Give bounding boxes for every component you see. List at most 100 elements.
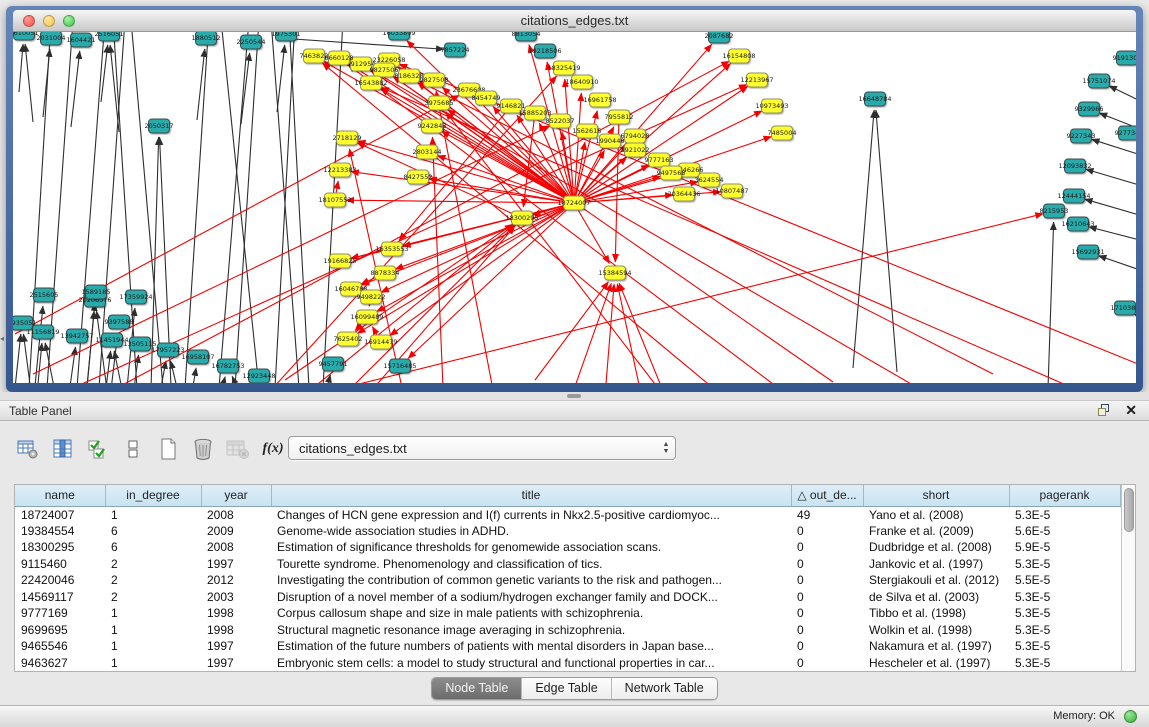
table-row[interactable]: 977716911998Corpus callosum shape and si… (15, 605, 1120, 622)
table-cell[interactable]: 1 (105, 506, 201, 523)
show-columns-icon[interactable] (51, 437, 75, 461)
table-cell[interactable]: 0 (791, 622, 863, 639)
table-cell[interactable]: 0 (791, 556, 863, 573)
citation-edge-red[interactable] (346, 200, 574, 203)
table-cell[interactable]: 9699695 (15, 622, 105, 639)
citation-edge-black[interactable] (853, 110, 874, 368)
table-cell[interactable]: Changes of HCN gene expression and I(f) … (271, 506, 791, 523)
minimize-window-button[interactable] (43, 15, 55, 27)
graph-node[interactable]: 9277343 (1115, 126, 1136, 140)
table-cell[interactable]: 22420046 (15, 572, 105, 589)
graph-node[interactable]: 17359924 (119, 290, 152, 304)
citation-edge-black[interactable] (185, 32, 209, 383)
close-window-button[interactable] (23, 15, 35, 27)
graph-node[interactable]: 16154808 (722, 49, 755, 63)
citation-edge-red[interactable] (351, 172, 574, 203)
graph-node[interactable]: 15751074 (1082, 74, 1115, 88)
table-cell[interactable]: 18724007 (15, 506, 105, 523)
graph-node[interactable]: 7625402 (334, 332, 363, 346)
citation-edge-red[interactable] (403, 203, 574, 246)
table-cell[interactable]: 6 (105, 523, 201, 540)
table-cell[interactable]: 5.9E-5 (1009, 539, 1120, 556)
graph-node[interactable]: 1562615 (573, 124, 602, 138)
graph-node[interactable]: 3975685 (425, 96, 454, 110)
table-cell[interactable]: 0 (791, 638, 863, 655)
citation-edge-black[interactable] (235, 32, 259, 383)
graph-node[interactable]: 18325419 (547, 61, 580, 75)
citation-edge-red[interactable] (619, 283, 661, 383)
graph-node[interactable]: 16033809 (382, 32, 415, 40)
table-cell[interactable]: 14569117 (15, 589, 105, 606)
graph-node[interactable]: 3624554 (695, 173, 724, 187)
table-cell[interactable]: 5.3E-5 (1009, 556, 1120, 573)
citation-edge-black[interactable] (219, 32, 249, 383)
table-cell[interactable]: 1997 (201, 655, 271, 672)
column-header-name[interactable]: name (15, 485, 105, 506)
citation-edge-black[interactable] (71, 51, 80, 127)
graph-node[interactable]: 7955812 (605, 110, 634, 124)
graph-node[interactable]: 2718129 (333, 131, 362, 145)
citation-edge-black[interactable] (1086, 169, 1136, 192)
delete-column-icon[interactable] (191, 437, 215, 461)
citation-edge-red[interactable] (419, 81, 993, 374)
table-cell[interactable]: 9115460 (15, 556, 105, 573)
column-header-year[interactable]: year (201, 485, 271, 506)
citation-edge-red[interactable] (390, 203, 574, 336)
table-cell[interactable]: Investigating the contribution of common… (271, 572, 791, 589)
citation-edge-black[interactable] (131, 32, 163, 383)
table-cell[interactable]: 2008 (201, 506, 271, 523)
table-cell[interactable]: 5.3E-5 (1009, 605, 1120, 622)
table-row[interactable]: 946554611997Estimation of the future num… (15, 638, 1120, 655)
table-cell[interactable]: 2 (105, 589, 201, 606)
citation-edge-red[interactable] (73, 85, 747, 383)
graph-node[interactable]: 19218506 (528, 44, 561, 58)
citation-edge-black[interactable] (25, 44, 33, 122)
citation-edge-black[interactable] (1109, 86, 1136, 112)
graph-node[interactable]: 7463822 (300, 49, 329, 63)
column-header-title[interactable]: title (271, 485, 791, 506)
function-builder-icon[interactable]: f(x) (261, 437, 285, 461)
graph-node[interactable]: 9497568 (657, 166, 686, 180)
graph-node[interactable]: 18107552 (318, 193, 351, 207)
table-row[interactable]: 969969511998Structural magnetic resonanc… (15, 622, 1120, 639)
table-cell[interactable]: Disruption of a novel member of a sodium… (271, 589, 791, 606)
table-row[interactable]: 1456911722003Disruption of a novel membe… (15, 589, 1120, 606)
graph-node[interactable]: 10807487 (715, 184, 748, 198)
table-cell[interactable]: 2 (105, 556, 201, 573)
table-cell[interactable]: Tibbo et al. (1998) (863, 605, 1009, 622)
graph-node[interactable]: 9457791 (319, 357, 348, 371)
graph-node[interactable]: 1604421 (67, 33, 96, 47)
table-row[interactable]: 911546021997Tourette syndrome. Phenomeno… (15, 556, 1120, 573)
table-cell[interactable]: 1 (105, 622, 201, 639)
table-cell[interactable]: 5.3E-5 (1009, 622, 1120, 639)
citation-edge-red[interactable] (371, 70, 918, 383)
citation-edge-black[interactable] (279, 38, 444, 49)
split-grip[interactable] (567, 394, 581, 398)
table-cell[interactable]: 9465546 (15, 638, 105, 655)
graph-node[interactable]: 2610051 (13, 32, 38, 40)
network-canvas[interactable]: 1872400723226058591295486601287463822982… (13, 32, 1136, 383)
citation-edge-black[interactable] (1098, 256, 1136, 278)
select-all-icon[interactable] (86, 437, 110, 461)
table-cell[interactable]: 1998 (201, 622, 271, 639)
citation-edge-black[interactable] (15, 334, 21, 383)
citation-edge-red[interactable] (432, 137, 443, 383)
table-cell[interactable]: 0 (791, 523, 863, 540)
citation-edge-black[interactable] (1091, 139, 1136, 162)
row-controls-icon[interactable] (121, 437, 145, 461)
graph-node[interactable]: 8813054 (512, 32, 541, 41)
table-cell[interactable]: 9777169 (15, 605, 105, 622)
table-cell[interactable]: 5.3E-5 (1009, 506, 1120, 523)
citation-edge-red[interactable] (343, 214, 1043, 383)
table-cell[interactable]: 0 (791, 539, 863, 556)
graph-node[interactable]: 18640910 (565, 75, 598, 89)
citation-edge-black[interactable] (232, 376, 241, 383)
graph-node[interactable]: 8427552 (404, 170, 433, 184)
graph-node[interactable]: 9191304 (1113, 51, 1136, 65)
graph-node[interactable]: 2515605 (30, 288, 59, 302)
table-cell[interactable]: Franke et al. (2009) (863, 523, 1009, 540)
citation-edge-black[interactable] (171, 361, 179, 383)
column-header-short[interactable]: short (863, 485, 1009, 506)
new-column-icon[interactable] (156, 437, 180, 461)
graph-node[interactable]: 9242843 (418, 119, 447, 133)
